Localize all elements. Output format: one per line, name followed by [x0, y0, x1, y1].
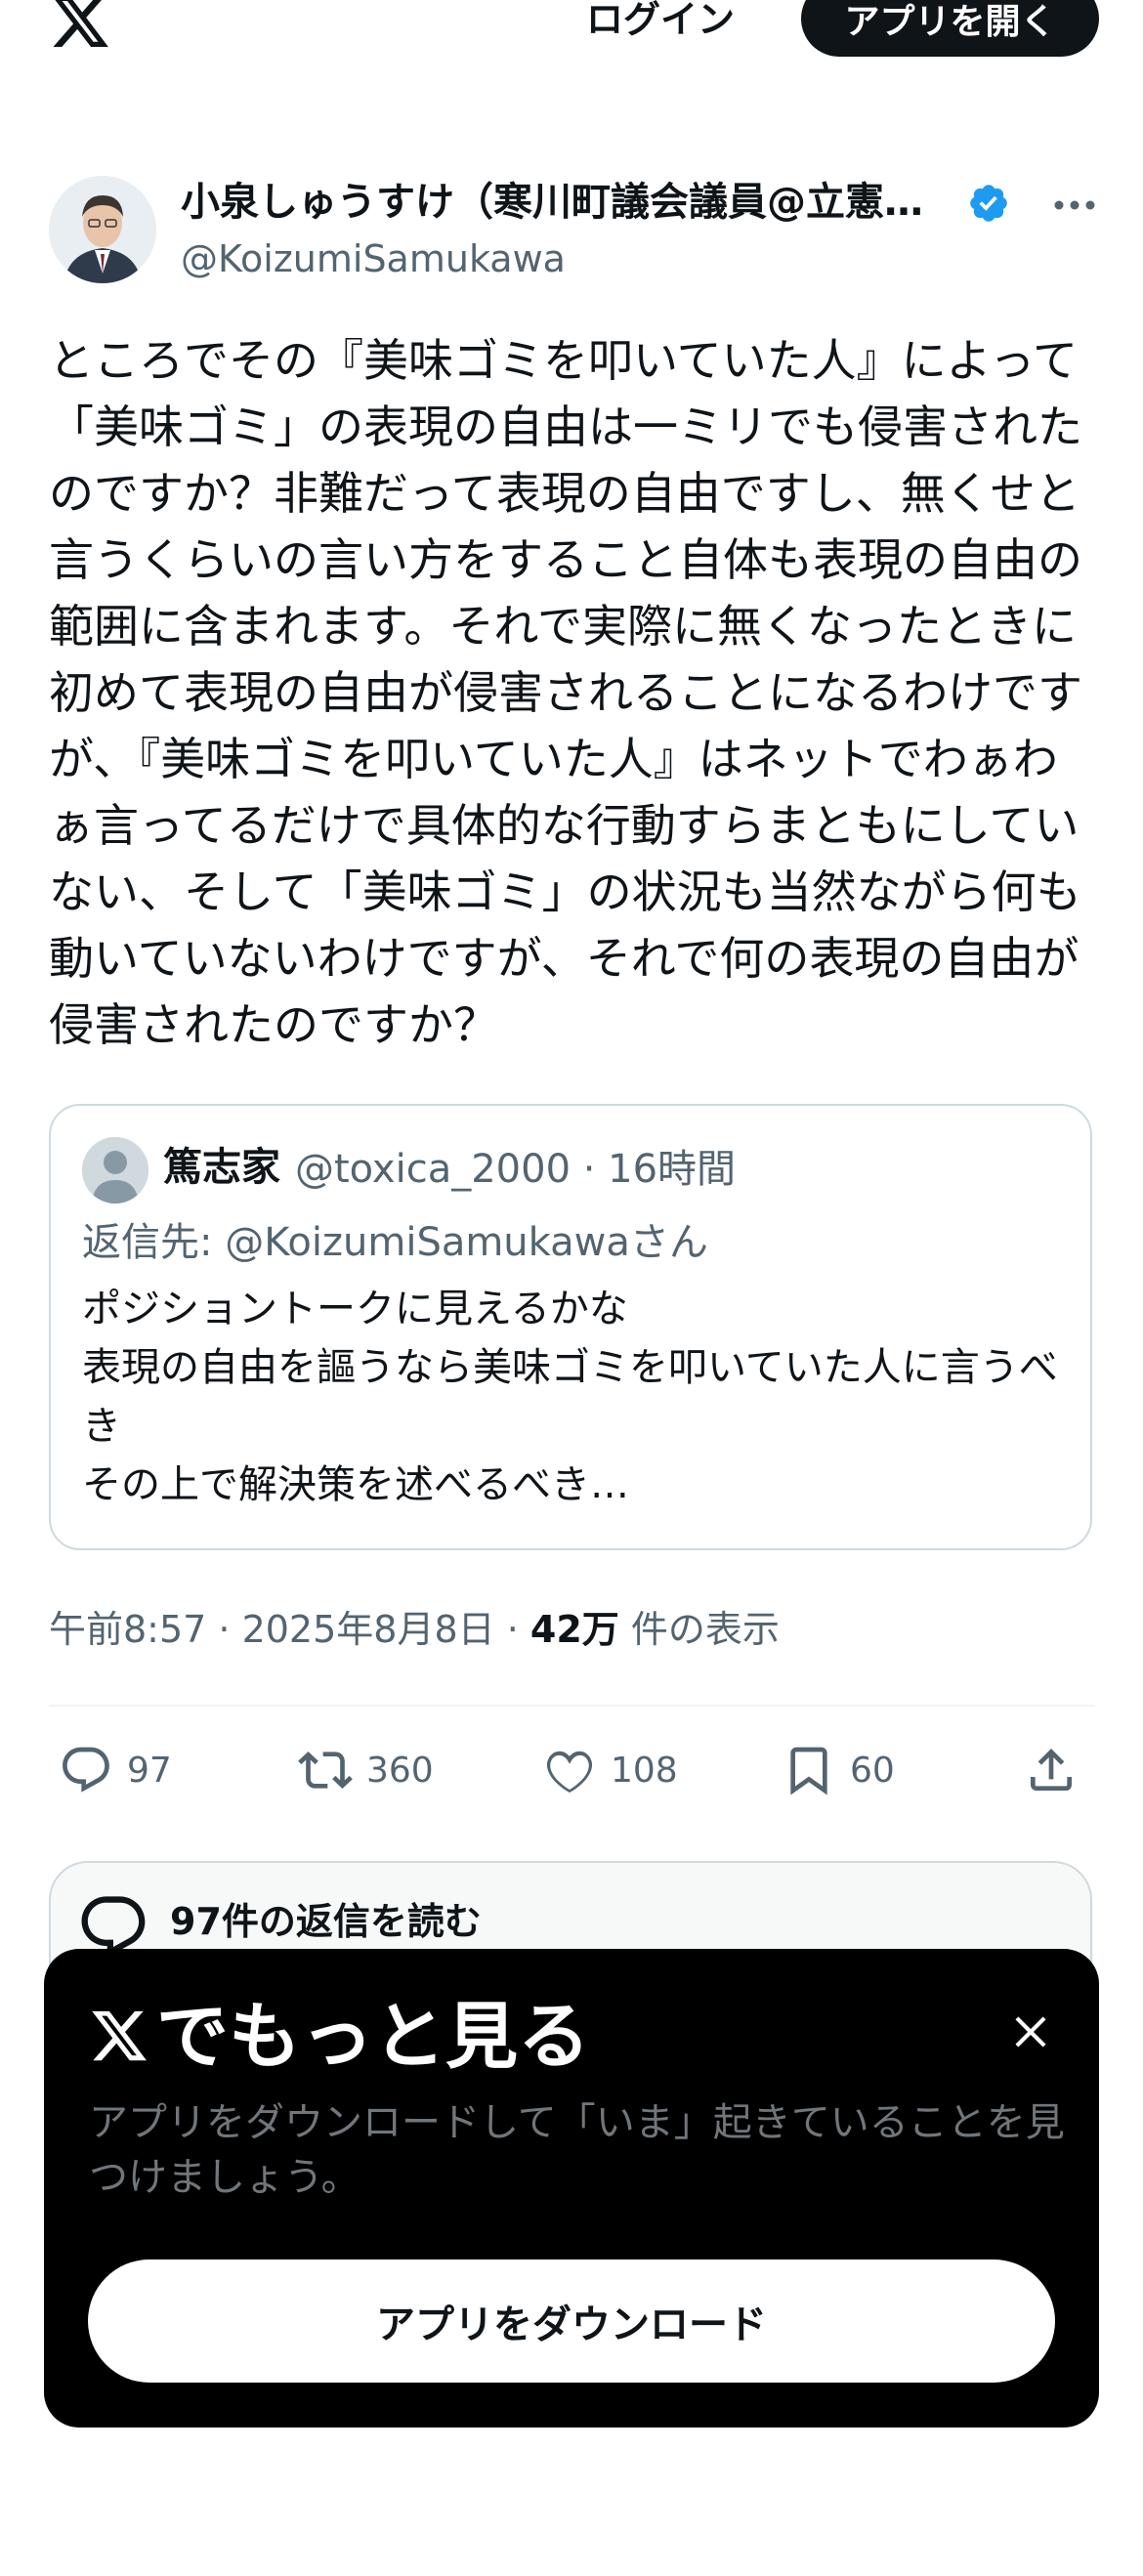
quote-text: ポジショントークに見えるかな 表現の自由を謳うなら美味ゴミを叩いていた人に言うべ…: [82, 1287, 1058, 1507]
tweet-text: ところでその『美味ゴミを叩いていた人』によって「美味ゴミ」の表現の自由は一ミリで…: [49, 334, 1082, 1051]
login-link[interactable]: ログイン: [586, 0, 735, 39]
avatar[interactable]: [49, 176, 156, 283]
views-label: 件の表示: [618, 1608, 780, 1651]
x-logo-icon[interactable]: [49, 0, 111, 53]
verified-badge-icon: [970, 185, 1007, 222]
retweet-count: 360: [366, 1750, 434, 1791]
promo-description: アプリをダウンロードして「いま」起きていることを見つけましょう。: [89, 2100, 1065, 2200]
bookmark-count: 60: [850, 1750, 895, 1791]
read-replies-label: 97件の返信を読む: [170, 1900, 482, 1943]
divider: [49, 1705, 1094, 1707]
close-icon[interactable]: [1006, 2007, 1055, 2056]
retweet-icon: [298, 1752, 353, 1789]
quoted-tweet[interactable]: 篤志家 @toxica_2000 · 16時間 返信先: @KoizumiSam…: [49, 1104, 1092, 1550]
avatar-image: [49, 176, 156, 283]
default-avatar-icon: [82, 1137, 148, 1204]
bookmark-icon: [790, 1747, 827, 1795]
quote-meta: @toxica_2000 · 16時間: [295, 1147, 737, 1192]
views-count: 42万: [529, 1608, 619, 1651]
quote-avatar: [82, 1137, 148, 1204]
download-app-button[interactable]: アプリをダウンロード: [88, 2259, 1055, 2383]
author-handle[interactable]: @KoizumiSamukawa: [181, 234, 566, 283]
tweet-timestamp: 午前8:57 · 2025年8月8日 · 42万 件の表示: [49, 1602, 780, 1657]
bookmark-button[interactable]: 60: [782, 1741, 895, 1799]
share-icon: [1031, 1749, 1072, 1791]
timestamp-text[interactable]: 午前8:57 · 2025年8月8日 ·: [49, 1608, 530, 1651]
share-button[interactable]: [1024, 1741, 1092, 1799]
like-count: 108: [611, 1750, 678, 1791]
promo-title: でもっと見る: [156, 1995, 590, 2079]
app-promo-sheet: でもっと見る アプリをダウンロードして「いま」起きていることを見つけましょう。 …: [44, 1949, 1099, 2428]
author-name[interactable]: 小泉しゅうすけ（寒川町議会議員@立憲…: [181, 176, 972, 229]
heart-icon: [546, 1751, 593, 1794]
top-bar: ログイン アプリを開く: [0, 0, 1143, 68]
retweet-button[interactable]: 360: [298, 1741, 434, 1799]
like-button[interactable]: 108: [542, 1741, 678, 1799]
reply-button[interactable]: 97: [59, 1741, 172, 1799]
reply-icon: [63, 1747, 109, 1793]
quote-reply-to: 返信先: @KoizumiSamukawaさん: [82, 1220, 708, 1265]
x-logo-icon: [92, 2010, 147, 2061]
reply-count: 97: [127, 1750, 172, 1791]
open-app-button[interactable]: アプリを開く: [801, 0, 1099, 57]
quote-author-name: 篤志家: [163, 1145, 280, 1190]
more-dots-icon[interactable]: [1050, 186, 1099, 225]
